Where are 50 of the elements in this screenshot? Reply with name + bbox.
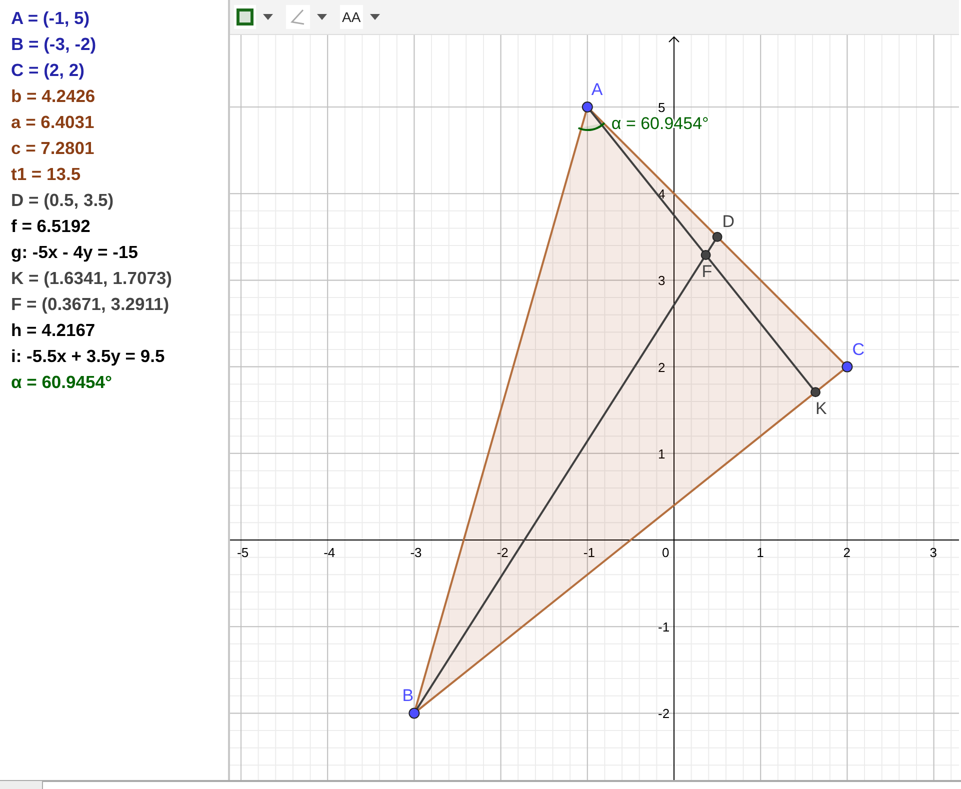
point-label: K xyxy=(816,399,827,418)
x-tick-label: 3 xyxy=(930,545,938,560)
algebra-entry[interactable]: F = (0.3671, 3.2911) xyxy=(0,291,228,317)
algebra-entry[interactable]: f = 6.5192 xyxy=(0,213,228,239)
x-tick-label: -4 xyxy=(324,545,336,560)
y-tick-label: -2 xyxy=(658,706,670,722)
x-tick-label: -3 xyxy=(410,545,422,560)
caret-icon[interactable] xyxy=(368,13,381,21)
line-style-button[interactable] xyxy=(234,5,256,29)
point[interactable] xyxy=(712,232,722,242)
algebra-entry[interactable]: b = 4.2426 xyxy=(0,83,228,109)
angle-arc xyxy=(577,122,606,131)
point[interactable] xyxy=(700,250,711,260)
point-label: B xyxy=(402,686,414,706)
x-tick-label: -1 xyxy=(583,545,595,560)
algebra-entry[interactable]: A = (-1, 5) xyxy=(0,5,228,31)
x-tick-label: -2 xyxy=(496,545,508,560)
point-label: D xyxy=(722,212,735,231)
y-tick-label: 5 xyxy=(658,100,666,115)
point-label: F xyxy=(702,262,712,281)
algebra-entry[interactable]: C = (2, 2) xyxy=(0,57,228,83)
text-size-button[interactable]: AA xyxy=(340,5,363,29)
algebra-entry[interactable]: K = (1.6341, 1.7073) xyxy=(0,265,228,291)
square-icon xyxy=(236,8,254,26)
x-tick-label: 2 xyxy=(843,545,850,560)
algebra-entry[interactable]: g: -5x - 4y = -15 xyxy=(0,239,228,265)
algebra-entry[interactable]: i: -5.5x + 3.5y = 9.5 xyxy=(0,343,228,369)
y-tick-label: 3 xyxy=(658,273,666,288)
algebra-entry[interactable]: D = (0.5, 3.5) xyxy=(0,187,228,213)
algebra-entry[interactable]: B = (-3, -2) xyxy=(0,31,228,57)
point[interactable] xyxy=(842,361,853,372)
point-label: C xyxy=(852,340,864,359)
y-tick-label: 2 xyxy=(658,360,666,375)
algebra-entry[interactable]: t1 = 13.5 xyxy=(0,161,228,187)
algebra-entry[interactable]: h = 4.2167 xyxy=(0,317,228,343)
x-tick-label: 1 xyxy=(756,545,764,560)
caret-icon[interactable] xyxy=(316,13,328,21)
point[interactable] xyxy=(810,387,821,398)
point[interactable] xyxy=(582,102,593,112)
algebra-entry[interactable]: α = 60.9454° xyxy=(0,369,228,395)
caret-icon[interactable] xyxy=(262,13,274,21)
y-tick-label: -1 xyxy=(658,620,670,635)
y-tick-label: 1 xyxy=(658,446,666,462)
algebra-entry[interactable]: c = 7.2801 xyxy=(0,135,228,161)
x-tick-label: -5 xyxy=(237,545,249,560)
point[interactable] xyxy=(408,708,420,719)
point-label: A xyxy=(591,80,603,99)
x-tick-label: 0 xyxy=(662,545,670,560)
algebra-entry[interactable]: a = 6.4031 xyxy=(0,109,228,135)
input-bar[interactable] xyxy=(42,781,961,789)
